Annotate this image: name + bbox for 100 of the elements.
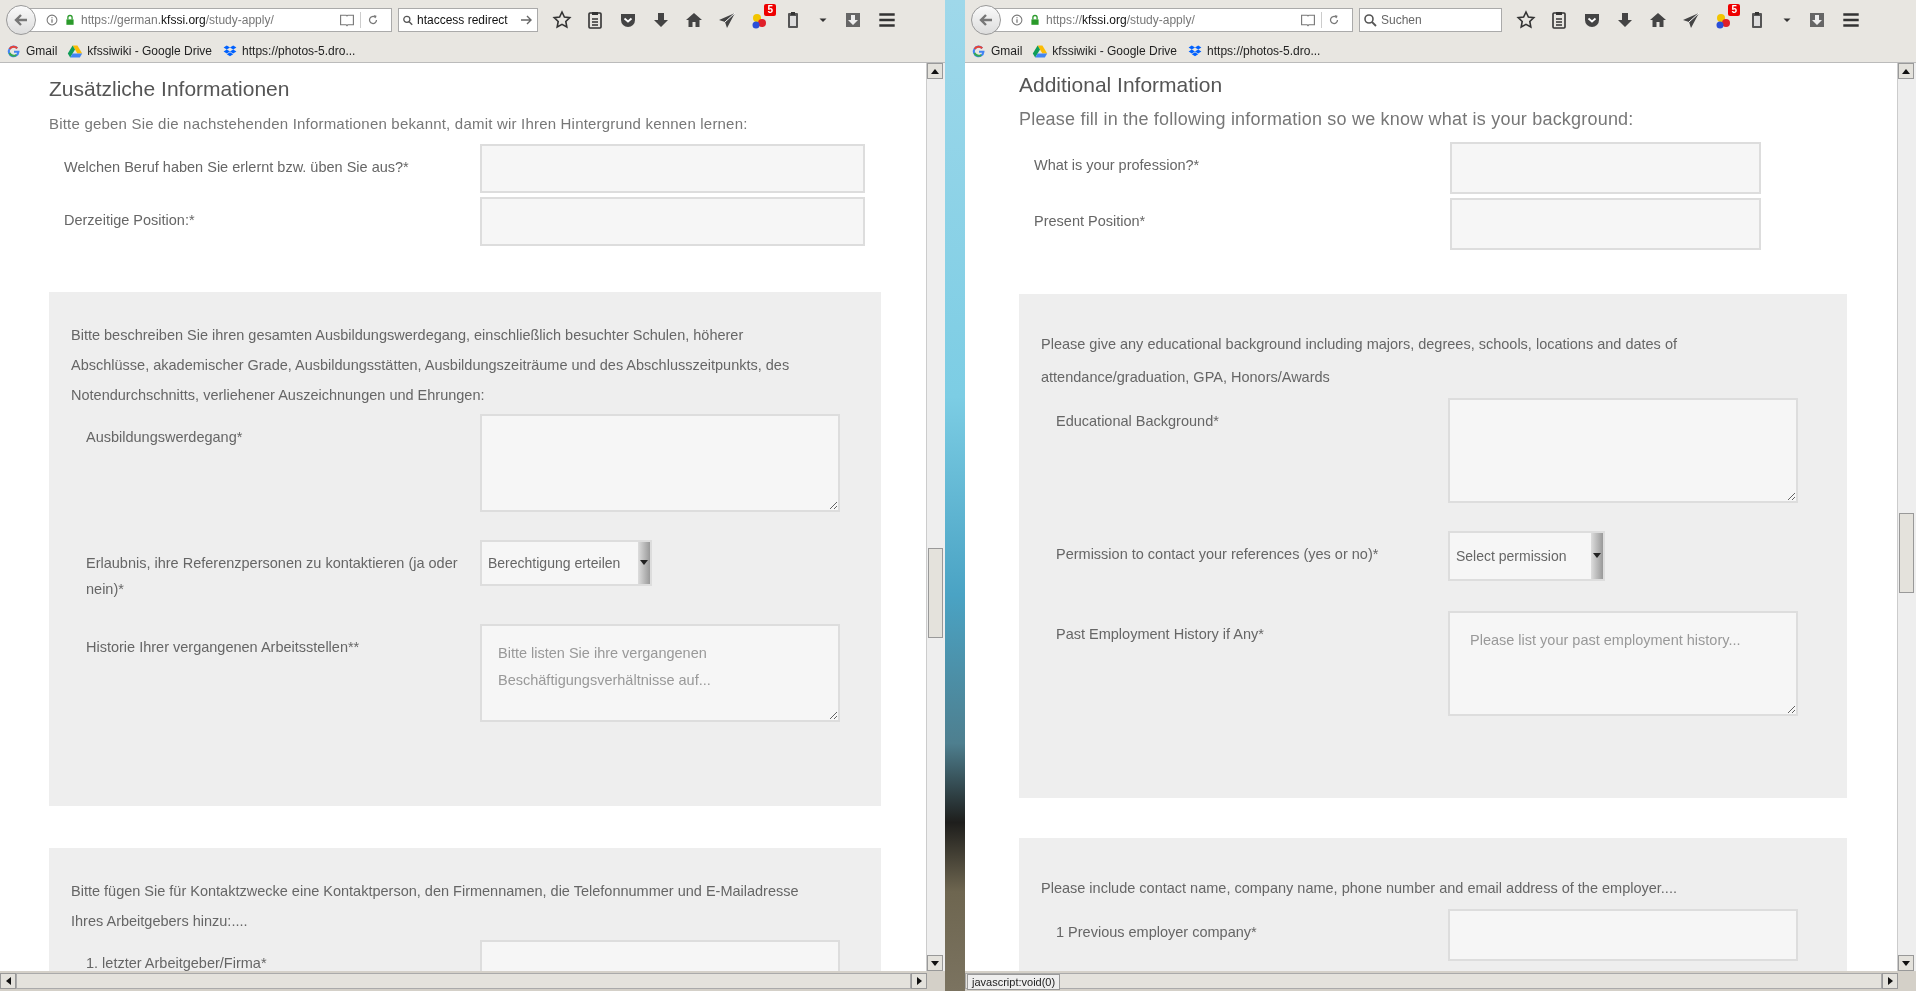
g-logo-icon [971, 43, 987, 59]
dropdown-button[interactable] [1591, 533, 1603, 579]
status-text: javascript:void(0) [967, 974, 1061, 990]
textarea-field[interactable] [1448, 398, 1798, 503]
address-bar[interactable]: https://kfssi.org/study-apply/ [993, 8, 1353, 32]
section-heading: Zusätzliche Informationen [49, 77, 291, 101]
diamond-logo-icon [1187, 43, 1204, 59]
select-dropdown[interactable]: Berechtigung erteilen [480, 540, 652, 586]
field-label: Past Employment History if Any* [1055, 625, 1265, 644]
clipboard-list-icon[interactable] [1549, 10, 1569, 30]
url-text: https://german.kfssi.org/study-apply/ [81, 13, 275, 27]
field-label: Derzeitige Position:* [63, 211, 196, 230]
field-label: 1. letzter Arbeitgeber/Firma* [85, 954, 268, 971]
panel-description: Please give any educational background including majors, degrees, schools, locations and dates of attendance/graduation, GPA, Honors/Awards [1041, 335, 1678, 387]
caret-icon [640, 560, 648, 566]
search-input[interactable]: Suchen [1381, 13, 1481, 27]
scroll-right-button[interactable] [1882, 973, 1898, 989]
dropdown-button[interactable] [638, 542, 650, 584]
reader-view-icon[interactable] [339, 12, 355, 28]
back-arrow-icon [13, 12, 29, 28]
caret-icon [1593, 553, 1601, 559]
paper-plane-icon[interactable] [1681, 10, 1701, 30]
triangle-logo-icon [1032, 43, 1049, 59]
lock-icon [1029, 14, 1041, 26]
vertical-scrollbar[interactable] [926, 63, 945, 971]
scroll-left-button[interactable] [0, 973, 16, 989]
scroll-down-button[interactable] [1898, 955, 1914, 971]
scroll-down-button[interactable] [927, 955, 943, 971]
text-field[interactable] [1448, 909, 1798, 961]
bookmark-link[interactable]: kfssiwiki - Google Drive [1052, 44, 1178, 58]
field-label: Ausbildungswerdegang* [85, 428, 244, 447]
url-text: https://kfssi.org/study-apply/ [1046, 13, 1196, 27]
up-arrow-icon [931, 68, 939, 74]
bookmark-link[interactable]: https://photos-5.dro... [1207, 44, 1321, 58]
field-label: Historie Ihrer vergangenen Arbeitsstellen** [85, 638, 361, 657]
text-field[interactable] [1450, 142, 1761, 194]
info-icon [45, 13, 59, 27]
down-arrow-icon [931, 960, 939, 966]
panel-description: Bitte fügen Sie für Kontaktzwecke eine Kontaktperson, den Firmennamen, die Telefonnummer und E-Mailadresse Ihres Arbeitgebers hinzu:.... [71, 882, 800, 931]
search-field[interactable]: Suchen [1359, 8, 1502, 32]
textarea-field[interactable]: Bitte listen Sie ihre vergangenen Beschäftigungsverhältnisse auf... [480, 624, 840, 722]
search-field[interactable]: htaccess redirect [398, 8, 538, 32]
back-arrow-icon [978, 12, 994, 28]
search-input[interactable]: htaccess redirect [417, 13, 517, 27]
scroll-up-button[interactable] [1898, 63, 1914, 79]
reload-icon[interactable] [1327, 13, 1341, 27]
download-box-icon[interactable] [843, 10, 863, 30]
intro-text: Bitte geben Sie die nachstehenden Informationen bekannt, damit wir Ihren Hintergrund kennen lernen: [49, 115, 749, 132]
scroll-up-button[interactable] [927, 63, 943, 79]
panel-description: Bitte beschreiben Sie ihren gesamten Ausbildungswerdegang, einschließlich besuchter Schulen, höherer Abschlüsse, akademischer Grade, Ausbildungsstätten, Ausbildungszeiträume und des Abschlusszeitpunkts, des Notendurchschnitts, verliehener Auszeichnungen und Ehrungen: [71, 326, 791, 405]
home-icon[interactable] [684, 10, 704, 30]
address-bar[interactable]: https://german.kfssi.org/study-apply/ [28, 8, 392, 32]
field-label: What is your profession?* [1033, 156, 1201, 175]
left-arrow-icon [5, 977, 11, 985]
text-field[interactable] [480, 197, 865, 246]
reader-view-icon[interactable] [1300, 12, 1316, 28]
text-field[interactable] [480, 144, 865, 193]
clipboard-list-icon[interactable] [585, 10, 605, 30]
paper-plane-icon[interactable] [717, 10, 737, 30]
right-arrow-icon [916, 977, 922, 985]
section-heading: Additional Information [1019, 73, 1224, 97]
right-arrow-icon [1887, 977, 1893, 985]
panel-description: Please include contact name, company name, phone number and email address of the employer.... [1041, 879, 1678, 898]
field-label: Educational Background* [1055, 412, 1220, 431]
back-button[interactable] [6, 5, 36, 35]
bookmark-link[interactable]: Gmail [991, 44, 1023, 58]
down-arrow-icon [1902, 960, 1910, 966]
triangle-logo-icon [67, 43, 84, 59]
back-button[interactable] [971, 5, 1001, 35]
vertical-scrollbar[interactable] [1897, 63, 1916, 971]
scroll-right-button[interactable] [911, 973, 927, 989]
lock-icon [64, 14, 76, 26]
home-icon[interactable] [1648, 10, 1668, 30]
bookmark-link[interactable]: Gmail [26, 44, 58, 58]
textarea-field[interactable] [480, 414, 840, 512]
field-label: 1 Previous employer company* [1055, 923, 1258, 942]
field-label: Welchen Beruf haben Sie erlernt bzw. üben Sie aus?* [63, 158, 410, 177]
field-label: Present Position* [1033, 212, 1147, 231]
bookmark-link[interactable]: https://photos-5.dro... [242, 44, 356, 58]
scroll-thumb[interactable] [928, 548, 943, 638]
up-arrow-icon [1902, 68, 1910, 74]
reload-icon[interactable] [366, 13, 380, 27]
field-label: Erlaubnis, ihre Referenzpersonen zu kontaktieren (ja oder nein)* [85, 554, 459, 599]
star-icon[interactable] [552, 10, 572, 30]
search-icon [403, 13, 413, 27]
scroll-thumb[interactable] [1899, 513, 1914, 593]
star-icon[interactable] [1516, 10, 1536, 30]
g-logo-icon [6, 43, 22, 59]
search-icon [1364, 13, 1377, 27]
info-icon [1010, 13, 1024, 27]
diamond-logo-icon [222, 43, 239, 59]
select-dropdown[interactable]: Select permission [1448, 531, 1605, 581]
field-label: Permission to contact your references (yes or no)* [1055, 545, 1380, 564]
text-field[interactable] [1450, 198, 1761, 250]
bookmark-link[interactable]: kfssiwiki - Google Drive [87, 44, 213, 58]
notification-badge: 5 [764, 4, 776, 16]
notification-badge: 5 [1728, 4, 1740, 16]
textarea-field[interactable]: Please list your past employment history... [1448, 611, 1798, 716]
intro-text: Please fill in the following information so we know what is your background: [1019, 109, 1635, 130]
download-box-icon[interactable] [1807, 10, 1827, 30]
